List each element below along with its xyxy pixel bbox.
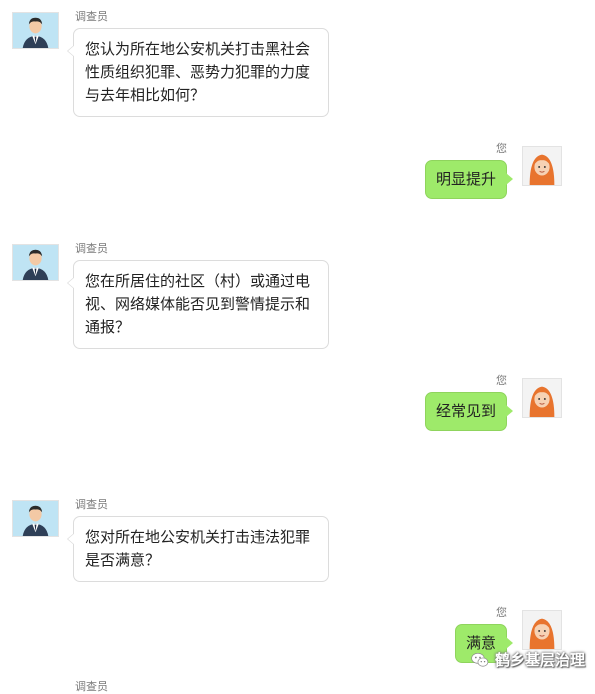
sender-name: 您 (496, 374, 507, 387)
question-bubble: 您对所在地公安机关打击违法犯罪是否满意？ (67, 516, 329, 582)
sender-name: 调查员 (75, 498, 108, 511)
sender-name: 调查员 (75, 10, 108, 23)
user-avatar[interactable] (522, 610, 562, 650)
investigator-avatar[interactable] (12, 12, 59, 49)
question-bubble: 您认为所在地公安机关打击黑社会性质组织犯罪、恶势力犯罪的力度与去年相比如何？ (67, 28, 329, 117)
user-avatar[interactable] (522, 146, 562, 186)
investigator-avatar[interactable] (12, 244, 59, 281)
sender-name: 您 (496, 606, 507, 619)
answer-bubble: 明显提升 (424, 160, 514, 199)
sender-name: 调查员 (75, 680, 108, 693)
user-avatar[interactable] (522, 378, 562, 418)
watermark: 鹤乡基层治理 (470, 649, 585, 670)
question-bubble: 您在所居住的社区（村）或通过电视、网络媒体能否见到警情提示和通报？ (67, 260, 329, 349)
investigator-avatar[interactable] (12, 500, 59, 537)
answer-bubble: 经常见到 (424, 392, 514, 431)
sender-name: 调查员 (75, 242, 108, 255)
wechat-icon (471, 652, 489, 667)
sender-name: 您 (496, 142, 507, 155)
watermark-text: 鹤乡基层治理 (494, 651, 585, 669)
